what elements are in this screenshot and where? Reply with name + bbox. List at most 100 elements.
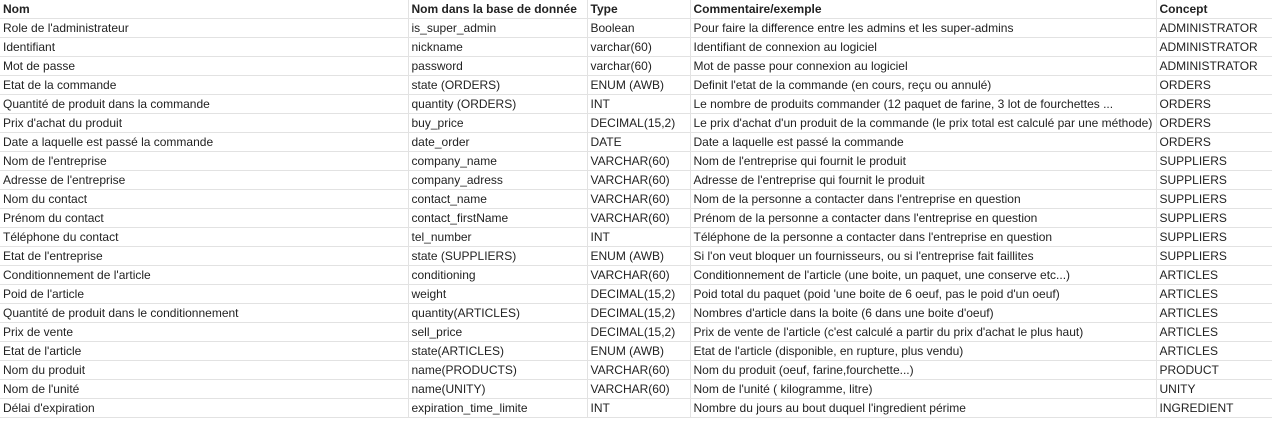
cell-concept: ARTICLES: [1156, 265, 1272, 285]
cell-type: DECIMAL(15,2): [587, 284, 691, 304]
cell-nom: Délai d'expiration: [0, 398, 409, 418]
cell-comment: Definit l'etat de la commande (en cours,…: [690, 75, 1157, 95]
header-row: Nom Nom dans la base de donnée Type Comm…: [0, 0, 1272, 19]
table-row: Etat de la commande state (ORDERS) ENUM (A…: [0, 75, 1272, 95]
column-header-comment: Commentaire/exemple: [690, 0, 1157, 19]
cell-type: ENUM (AWB): [587, 246, 691, 266]
cell-concept: ADMINISTRATOR: [1156, 18, 1272, 38]
cell-nom: Prénom du contact: [0, 208, 409, 228]
cell-concept: ORDERS: [1156, 75, 1272, 95]
table-row: Prénom du contact contact_firstName VARCHA…: [0, 208, 1272, 228]
cell-concept: ARTICLES: [1156, 322, 1272, 342]
cell-comment: Le prix d'achat d'un produit de la comma…: [690, 113, 1157, 133]
table-row: Prix d'achat du produit buy_price DECIMAL(…: [0, 113, 1272, 133]
table-row: Nom du contact contact_name VARCHAR(60) Nom…: [0, 189, 1272, 209]
cell-concept: SUPPLIERS: [1156, 246, 1272, 266]
table-row: Délai d'expiration expiration_time_limite…: [0, 398, 1272, 418]
cell-type: DECIMAL(15,2): [587, 113, 691, 133]
cell-nom: Prix de vente: [0, 322, 409, 342]
cell-type: varchar(60): [587, 37, 691, 57]
cell-db-name: quantity(ARTICLES): [408, 303, 588, 323]
table-body: Role de l'administrateur is_super_admin Bo…: [0, 18, 1272, 418]
cell-nom: Etat de la commande: [0, 75, 409, 95]
cell-db-name: is_super_admin: [408, 18, 588, 38]
table-row: Poid de l'article weight DECIMAL(15,2) Poid…: [0, 284, 1272, 304]
cell-nom: Quantité de produit dans la commande: [0, 94, 409, 114]
cell-concept: ADMINISTRATOR: [1156, 37, 1272, 57]
cell-comment: Etat de l'article (disponible, en ruptur…: [690, 341, 1157, 361]
cell-type: DATE: [587, 132, 691, 152]
table-row: Date a laquelle est passé la commande dat…: [0, 132, 1272, 152]
cell-comment: Nom de l'unité ( kilogramme, litre): [690, 379, 1157, 399]
cell-db-name: name(PRODUCTS): [408, 360, 588, 380]
cell-concept: ARTICLES: [1156, 341, 1272, 361]
cell-db-name: name(UNITY): [408, 379, 588, 399]
table-row: Etat de l'article state(ARTICLES) ENUM (AW…: [0, 341, 1272, 361]
cell-nom: Identifiant: [0, 37, 409, 57]
cell-nom: Nom du contact: [0, 189, 409, 209]
cell-concept: SUPPLIERS: [1156, 189, 1272, 209]
cell-type: VARCHAR(60): [587, 170, 691, 190]
cell-type: INT: [587, 94, 691, 114]
table-row: Nom de l'unité name(UNITY) VARCHAR(60) Nom …: [0, 379, 1272, 399]
cell-nom: Poid de l'article: [0, 284, 409, 304]
cell-db-name: quantity (ORDERS): [408, 94, 588, 114]
cell-db-name: state (ORDERS): [408, 75, 588, 95]
cell-db-name: nickname: [408, 37, 588, 57]
table-row: Nom de l'entreprise company_name VARCHAR(6…: [0, 151, 1272, 171]
cell-db-name: company_name: [408, 151, 588, 171]
cell-concept: ORDERS: [1156, 94, 1272, 114]
table-row: Quantité de produit dans le conditionnem…: [0, 303, 1272, 323]
table-row: Téléphone du contact tel_number INT Télépho…: [0, 227, 1272, 247]
cell-concept: SUPPLIERS: [1156, 208, 1272, 228]
column-header-nom: Nom: [0, 0, 409, 19]
cell-nom: Etat de l'article: [0, 341, 409, 361]
column-header-concept: Concept: [1156, 0, 1272, 19]
cell-db-name: state (SUPPLIERS): [408, 246, 588, 266]
cell-db-name: tel_number: [408, 227, 588, 247]
cell-type: ENUM (AWB): [587, 341, 691, 361]
cell-concept: ARTICLES: [1156, 303, 1272, 323]
cell-db-name: conditioning: [408, 265, 588, 285]
cell-comment: Nombres d'article dans la boite (6 dans …: [690, 303, 1157, 323]
cell-nom: Mot de passe: [0, 56, 409, 76]
cell-nom: Nom du produit: [0, 360, 409, 380]
table-row: Quantité de produit dans la commande quan…: [0, 94, 1272, 114]
cell-comment: Si l'on veut bloquer un fournisseurs, ou…: [690, 246, 1157, 266]
cell-comment: Nombre du jours au bout duquel l'ingredi…: [690, 398, 1157, 418]
cell-type: VARCHAR(60): [587, 379, 691, 399]
cell-concept: ORDERS: [1156, 113, 1272, 133]
cell-db-name: sell_price: [408, 322, 588, 342]
cell-comment: Adresse de l'entreprise qui fournit le p…: [690, 170, 1157, 190]
table-row: Role de l'administrateur is_super_admin Bo…: [0, 18, 1272, 38]
cell-nom: Role de l'administrateur: [0, 18, 409, 38]
cell-concept: ARTICLES: [1156, 284, 1272, 304]
cell-db-name: buy_price: [408, 113, 588, 133]
cell-type: Boolean: [587, 18, 691, 38]
cell-db-name: date_order: [408, 132, 588, 152]
cell-nom: Téléphone du contact: [0, 227, 409, 247]
data-dictionary-table: Nom Nom dans la base de donnée Type Comm…: [0, 0, 1272, 418]
cell-concept: UNITY: [1156, 379, 1272, 399]
table-row: Adresse de l'entreprise company_adress VAR…: [0, 170, 1272, 190]
cell-db-name: password: [408, 56, 588, 76]
cell-db-name: state(ARTICLES): [408, 341, 588, 361]
cell-comment: Identifiant de connexion au logiciel: [690, 37, 1157, 57]
cell-nom: Quantité de produit dans le conditionnem…: [0, 303, 409, 323]
cell-type: VARCHAR(60): [587, 265, 691, 285]
cell-nom: Nom de l'entreprise: [0, 151, 409, 171]
cell-db-name: company_adress: [408, 170, 588, 190]
table-row: Nom du produit name(PRODUCTS) VARCHAR(60) N…: [0, 360, 1272, 380]
cell-type: ENUM (AWB): [587, 75, 691, 95]
cell-type: DECIMAL(15,2): [587, 303, 691, 323]
cell-db-name: weight: [408, 284, 588, 304]
cell-comment: Le nombre de produits commander (12 paqu…: [690, 94, 1157, 114]
cell-type: VARCHAR(60): [587, 360, 691, 380]
column-header-db-name: Nom dans la base de donnée: [408, 0, 588, 19]
cell-comment: Nom du produit (oeuf, farine,fourchette.…: [690, 360, 1157, 380]
cell-nom: Date a laquelle est passé la commande: [0, 132, 409, 152]
cell-concept: SUPPLIERS: [1156, 227, 1272, 247]
cell-concept: INGREDIENT: [1156, 398, 1272, 418]
cell-db-name: expiration_time_limite: [408, 398, 588, 418]
cell-nom: Adresse de l'entreprise: [0, 170, 409, 190]
